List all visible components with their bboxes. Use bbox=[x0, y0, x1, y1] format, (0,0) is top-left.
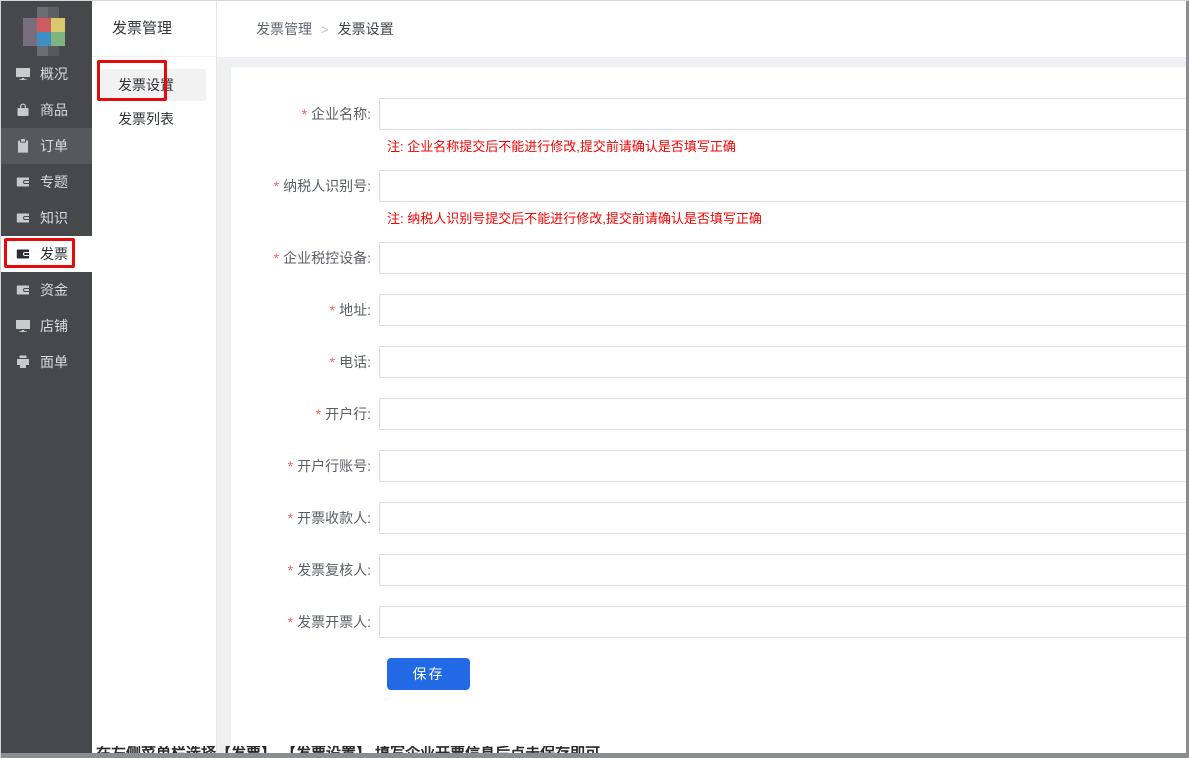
field-label: *发票开票人: bbox=[231, 606, 379, 638]
logo-tile bbox=[51, 32, 65, 46]
required-asterisk: * bbox=[302, 106, 307, 122]
save-button[interactable]: 保存 bbox=[387, 658, 470, 690]
field-label: *开户行账号: bbox=[231, 450, 379, 482]
form-row-5: *开户行: bbox=[231, 398, 1189, 430]
field-label: *地址: bbox=[231, 294, 379, 326]
field-note: 注: 企业名称提交后不能进行修改,提交前请确认是否填写正确 bbox=[387, 138, 1189, 156]
sidebar-item-label: 资金 bbox=[40, 280, 68, 300]
field-label: *发票复核人: bbox=[231, 554, 379, 586]
wallet-icon bbox=[15, 282, 31, 298]
logo-tile bbox=[48, 7, 59, 18]
field-input-4[interactable] bbox=[379, 346, 1189, 378]
field-input-1[interactable] bbox=[379, 170, 1189, 202]
logo-tile bbox=[37, 46, 48, 56]
submenu-item-1[interactable]: 发票列表 bbox=[101, 103, 206, 135]
logo-tile bbox=[37, 18, 51, 32]
wallet-icon bbox=[15, 174, 31, 190]
sidebar-item-label: 店铺 bbox=[40, 316, 68, 336]
sidebar-item-label: 知识 bbox=[40, 208, 68, 228]
wallet-icon bbox=[15, 210, 31, 226]
main-region: 发票管理 > 发票设置 *企业名称: 注: 企业名称提交后不能进行修改,提交前请确认是… bbox=[217, 1, 1189, 758]
sidebar-item-label: 专题 bbox=[40, 172, 68, 192]
field-label: *企业税控设备: bbox=[231, 242, 379, 274]
required-asterisk: * bbox=[316, 406, 321, 422]
breadcrumb-separator: > bbox=[321, 22, 329, 37]
field-label: *企业名称: bbox=[231, 98, 379, 130]
sidebar-item-label: 面单 bbox=[40, 352, 68, 372]
sidebar-item-6[interactable]: 资金 bbox=[1, 272, 92, 308]
form-row-6: *开户行账号: bbox=[231, 450, 1189, 482]
monitor-icon bbox=[15, 318, 31, 334]
form-row-3: *地址: bbox=[231, 294, 1189, 326]
app-window: 概况商品订单专题知识发票资金店铺面单 发票管理 发票设置发票列表 发票管理>发票… bbox=[0, 0, 1189, 758]
form-row-2: *企业税控设备: bbox=[231, 242, 1189, 274]
logo-tile bbox=[37, 7, 48, 18]
sidebar-item-7[interactable]: 店铺 bbox=[1, 308, 92, 344]
monitor-icon bbox=[15, 66, 31, 82]
form-row-9: *发票开票人: bbox=[231, 606, 1189, 638]
field-note: 注: 纳税人识别号提交后不能进行修改,提交前请确认是否填写正确 bbox=[387, 210, 1189, 228]
sidebar-item-label: 发票 bbox=[40, 244, 68, 264]
required-asterisk: * bbox=[274, 178, 279, 194]
field-label: *纳税人识别号: bbox=[231, 170, 379, 202]
primary-sidebar: 概况商品订单专题知识发票资金店铺面单 bbox=[1, 1, 92, 758]
content-card: *企业名称: 注: 企业名称提交后不能进行修改,提交前请确认是否填写正确 *纳税人识… bbox=[231, 67, 1189, 753]
breadcrumb: 发票管理 > 发票设置 bbox=[217, 1, 1189, 58]
printer-icon bbox=[15, 354, 31, 370]
field-input-6[interactable] bbox=[379, 450, 1189, 482]
bag-icon bbox=[15, 102, 31, 118]
form-row-4: *电话: bbox=[231, 346, 1189, 378]
field-input-2[interactable] bbox=[379, 242, 1189, 274]
horizontal-scrollbar[interactable] bbox=[1, 753, 1189, 758]
field-input-5[interactable] bbox=[379, 398, 1189, 430]
secondary-sidebar: 发票管理 发票设置发票列表 bbox=[92, 1, 217, 758]
submenu-title: 发票管理 bbox=[92, 1, 216, 57]
field-input-7[interactable] bbox=[379, 502, 1189, 534]
sidebar-item-2[interactable]: 订单 bbox=[1, 128, 92, 164]
sidebar-item-4[interactable]: 知识 bbox=[1, 200, 92, 236]
required-asterisk: * bbox=[288, 510, 293, 526]
primary-menu: 概况商品订单专题知识发票资金店铺面单 bbox=[1, 56, 92, 380]
logo-tile bbox=[48, 46, 59, 56]
submenu-item-0[interactable]: 发票设置 bbox=[101, 69, 206, 101]
form-row-8: *发票复核人: bbox=[231, 554, 1189, 586]
invoice-settings-form: *企业名称: 注: 企业名称提交后不能进行修改,提交前请确认是否填写正确 *纳税人识… bbox=[231, 67, 1189, 690]
field-label: *开户行: bbox=[231, 398, 379, 430]
sidebar-item-8[interactable]: 面单 bbox=[1, 344, 92, 380]
form-row-0: *企业名称: bbox=[231, 98, 1189, 130]
field-input-3[interactable] bbox=[379, 294, 1189, 326]
logo-tile bbox=[51, 18, 65, 32]
sidebar-item-0[interactable]: 概况 bbox=[1, 56, 92, 92]
logo-tile bbox=[37, 32, 51, 46]
app-logo bbox=[23, 7, 71, 57]
sidebar-item-1[interactable]: 商品 bbox=[1, 92, 92, 128]
form-row-7: *开票收款人: bbox=[231, 502, 1189, 534]
breadcrumb-item-0[interactable]: 发票管理 bbox=[256, 19, 312, 39]
clipboard-icon bbox=[15, 138, 31, 154]
sidebar-item-3[interactable]: 专题 bbox=[1, 164, 92, 200]
field-input-9[interactable] bbox=[379, 606, 1189, 638]
sidebar-item-label: 商品 bbox=[40, 100, 68, 120]
sidebar-item-label: 订单 bbox=[40, 136, 68, 156]
field-input-0[interactable] bbox=[379, 98, 1189, 130]
required-asterisk: * bbox=[330, 302, 335, 318]
sidebar-item-5[interactable]: 发票 bbox=[1, 236, 92, 272]
sidebar-item-label: 概况 bbox=[40, 64, 68, 84]
field-label: *电话: bbox=[231, 346, 379, 378]
logo-tile bbox=[23, 18, 37, 46]
secondary-menu: 发票设置发票列表 bbox=[92, 57, 216, 135]
required-asterisk: * bbox=[288, 458, 293, 474]
wallet-icon bbox=[15, 246, 31, 262]
form-row-1: *纳税人识别号: bbox=[231, 170, 1189, 202]
required-asterisk: * bbox=[274, 250, 279, 266]
required-asterisk: * bbox=[288, 614, 293, 630]
required-asterisk: * bbox=[288, 562, 293, 578]
required-asterisk: * bbox=[330, 354, 335, 370]
field-input-8[interactable] bbox=[379, 554, 1189, 586]
breadcrumb-item-1: 发票设置 bbox=[338, 19, 394, 39]
field-label: *开票收款人: bbox=[231, 502, 379, 534]
